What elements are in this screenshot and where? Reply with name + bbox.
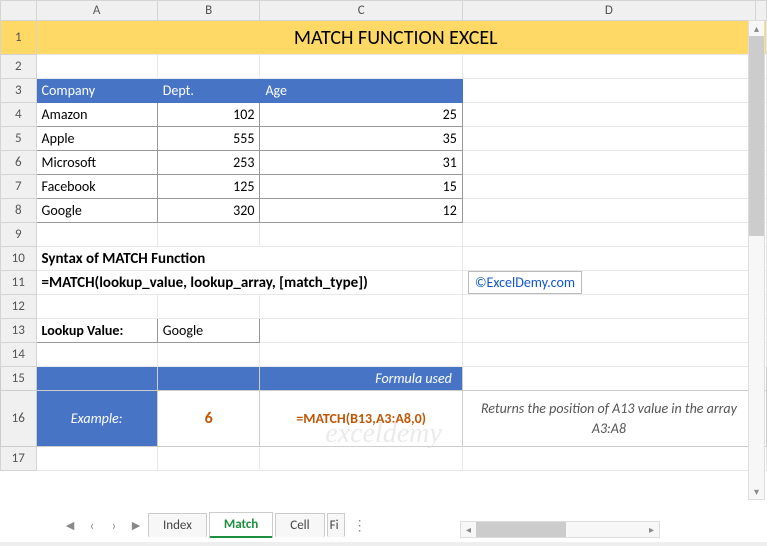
row-header-14[interactable]: 14 bbox=[1, 343, 37, 367]
scroll-right-icon[interactable]: ▸ bbox=[644, 522, 659, 537]
cell-dept-1[interactable]: 555 bbox=[157, 127, 260, 151]
cell-age-1[interactable]: 35 bbox=[260, 127, 462, 151]
col-header-D[interactable]: D bbox=[462, 1, 755, 21]
cell-age-0[interactable]: 25 bbox=[260, 103, 462, 127]
formula-used-label[interactable]: Formula used bbox=[260, 367, 462, 391]
row-header-7[interactable]: 7 bbox=[1, 175, 37, 199]
row-header-5[interactable]: 5 bbox=[1, 127, 37, 151]
col-header-A[interactable]: A bbox=[36, 1, 157, 21]
scroll-up-icon[interactable]: ▴ bbox=[749, 21, 764, 36]
cell-age-4[interactable]: 12 bbox=[260, 199, 462, 223]
cell-dept-3[interactable]: 125 bbox=[157, 175, 260, 199]
header-dept[interactable]: Dept. bbox=[157, 79, 260, 103]
column-headers[interactable]: A B C D bbox=[1, 1, 767, 21]
cell-A2[interactable] bbox=[36, 55, 157, 79]
cell-dept-4[interactable]: 320 bbox=[157, 199, 260, 223]
cell-dept-0[interactable]: 102 bbox=[157, 103, 260, 127]
lookup-label[interactable]: Lookup Value: bbox=[36, 319, 157, 343]
cell-company-0[interactable]: Amazon bbox=[36, 103, 157, 127]
row-header-11[interactable]: 11 bbox=[1, 271, 37, 295]
spreadsheet-area: A B C D 1 MATCH FUNCTION EXCEL 2 3 Compa… bbox=[0, 0, 767, 546]
horizontal-scrollbar[interactable]: ◂ ▸ bbox=[460, 521, 660, 538]
row-header-15[interactable]: 15 bbox=[1, 367, 37, 391]
cell-age-3[interactable]: 15 bbox=[260, 175, 462, 199]
cell-company-3[interactable]: Facebook bbox=[36, 175, 157, 199]
status-bar bbox=[0, 542, 767, 546]
cell-company-4[interactable]: Google bbox=[36, 199, 157, 223]
row-header-12[interactable]: 12 bbox=[1, 295, 37, 319]
vertical-scrollbar[interactable]: ▴ ▾ bbox=[748, 20, 765, 500]
header-company[interactable]: Company bbox=[36, 79, 157, 103]
cell-age-2[interactable]: 31 bbox=[260, 151, 462, 175]
copyright-link[interactable]: ©ExcelDemy.com bbox=[468, 271, 582, 294]
row-header-1[interactable]: 1 bbox=[1, 21, 37, 55]
cell-company-1[interactable]: Apple bbox=[36, 127, 157, 151]
header-age[interactable]: Age bbox=[260, 79, 462, 103]
lookup-value[interactable]: Google bbox=[157, 319, 260, 343]
tab-index[interactable]: Index bbox=[148, 513, 207, 537]
row-header-4[interactable]: 4 bbox=[1, 103, 37, 127]
row-header-6[interactable]: 6 bbox=[1, 151, 37, 175]
tab-cell[interactable]: Cell bbox=[275, 513, 324, 537]
example-result[interactable]: 6 bbox=[157, 391, 260, 447]
row-header-10[interactable]: 10 bbox=[1, 247, 37, 271]
title-cell[interactable]: MATCH FUNCTION EXCEL bbox=[36, 21, 755, 55]
row-header-17[interactable]: 17 bbox=[1, 447, 37, 471]
tab-partial[interactable]: Fi bbox=[327, 513, 345, 537]
col-header-C[interactable]: C bbox=[260, 1, 462, 21]
scroll-down-icon[interactable]: ▾ bbox=[749, 484, 764, 499]
more-tabs-icon[interactable]: ⋮ bbox=[347, 517, 375, 534]
example-description[interactable]: Returns the position of A13 value in the… bbox=[462, 391, 755, 447]
syntax-formula[interactable]: =MATCH(lookup_value, lookup_array, [matc… bbox=[36, 271, 462, 295]
sheet-tab-bar: ◄ ‹ › ► Index Match Cell Fi ⋮ bbox=[60, 512, 375, 538]
tab-nav-last-icon[interactable]: ► bbox=[126, 515, 146, 535]
row-header-2[interactable]: 2 bbox=[1, 55, 37, 79]
cell-dept-2[interactable]: 253 bbox=[157, 151, 260, 175]
row-header-13[interactable]: 13 bbox=[1, 319, 37, 343]
horizontal-scroll-thumb[interactable] bbox=[476, 522, 566, 537]
example-label[interactable]: Example: bbox=[36, 391, 157, 447]
vertical-scroll-thumb[interactable] bbox=[749, 36, 764, 236]
cell-company-2[interactable]: Microsoft bbox=[36, 151, 157, 175]
scroll-left-icon[interactable]: ◂ bbox=[461, 522, 476, 537]
tab-nav-prev-icon[interactable]: ‹ bbox=[82, 515, 102, 535]
row-header-3[interactable]: 3 bbox=[1, 79, 37, 103]
col-header-B[interactable]: B bbox=[157, 1, 260, 21]
tab-nav-first-icon[interactable]: ◄ bbox=[60, 515, 80, 535]
row-header-9[interactable]: 9 bbox=[1, 223, 37, 247]
syntax-heading[interactable]: Syntax of MATCH Function bbox=[36, 247, 462, 271]
row-header-8[interactable]: 8 bbox=[1, 199, 37, 223]
tab-match[interactable]: Match bbox=[209, 512, 273, 538]
example-formula[interactable]: =MATCH(B13,A3:A8,0) bbox=[260, 391, 462, 447]
row-header-16[interactable]: 16 bbox=[1, 391, 37, 447]
tab-nav-next-icon[interactable]: › bbox=[104, 515, 124, 535]
worksheet-grid[interactable]: A B C D 1 MATCH FUNCTION EXCEL 2 3 Compa… bbox=[0, 0, 767, 471]
